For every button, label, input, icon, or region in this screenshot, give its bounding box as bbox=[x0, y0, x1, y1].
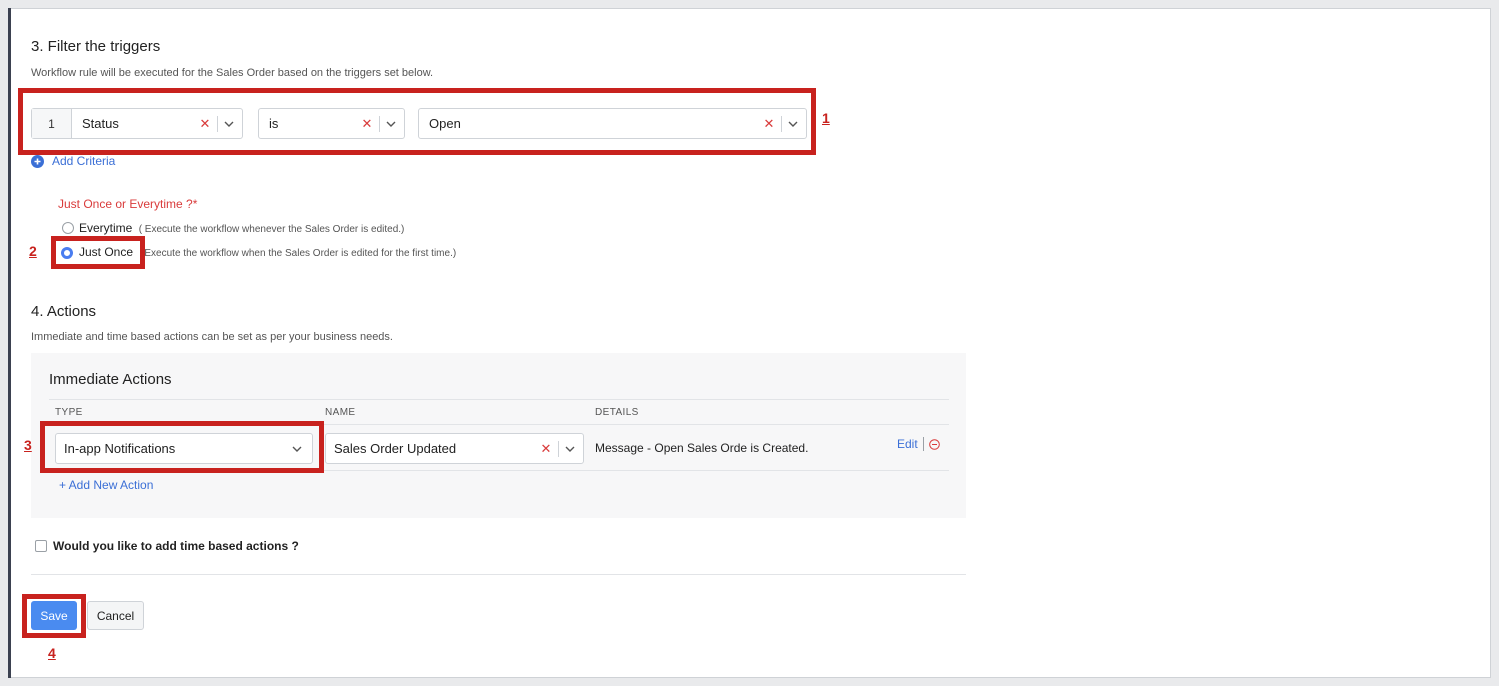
option-everytime: Everytime ( Execute the workflow wheneve… bbox=[79, 221, 404, 235]
action-row-controls: Edit bbox=[897, 437, 940, 451]
actions-section-description: Immediate and time based actions can be … bbox=[31, 331, 393, 343]
time-based-actions-label: Would you like to add time based actions… bbox=[53, 539, 299, 553]
divider bbox=[558, 440, 559, 457]
annotation-box-3 bbox=[40, 421, 324, 473]
action-details: Message - Open Sales Orde is Created. bbox=[595, 441, 809, 455]
remove-circle-icon[interactable] bbox=[928, 438, 940, 450]
time-based-actions-checkbox[interactable] bbox=[35, 540, 47, 552]
callout-3: 3 bbox=[24, 437, 32, 453]
action-name-value: Sales Order Updated bbox=[334, 441, 457, 456]
action-name-select[interactable]: Sales Order Updated ✕ bbox=[325, 433, 584, 464]
left-border bbox=[8, 8, 11, 678]
column-header-type: TYPE bbox=[55, 407, 83, 418]
divider bbox=[31, 574, 966, 575]
callout-2: 2 bbox=[29, 243, 37, 259]
divider bbox=[922, 437, 924, 451]
plus-circle-icon bbox=[31, 154, 44, 168]
annotation-box-4 bbox=[22, 594, 86, 638]
cancel-button[interactable]: Cancel bbox=[87, 601, 144, 630]
add-new-action-link[interactable]: + Add New Action bbox=[59, 478, 153, 492]
annotation-box-2 bbox=[51, 236, 145, 269]
option-everytime-hint: ( Execute the workflow whenever the Sale… bbox=[138, 224, 405, 235]
column-header-name: NAME bbox=[325, 407, 356, 418]
edit-action-link[interactable]: Edit bbox=[897, 437, 918, 451]
callout-1: 1 bbox=[822, 110, 830, 126]
column-header-details: DETAILS bbox=[595, 407, 639, 418]
divider bbox=[49, 399, 949, 400]
option-everytime-label: Everytime bbox=[79, 221, 133, 235]
filter-section-title: 3. Filter the triggers bbox=[31, 38, 161, 55]
callout-4: 4 bbox=[48, 645, 56, 661]
chevron-down-icon[interactable] bbox=[563, 446, 577, 452]
add-criteria-label: Add Criteria bbox=[52, 154, 116, 168]
frequency-question: Just Once or Everytime ?* bbox=[58, 197, 198, 211]
option-just-once-hint: Execute the workflow when the Sales Orde… bbox=[144, 248, 457, 259]
radio-everytime[interactable] bbox=[62, 222, 74, 234]
add-criteria-link[interactable]: Add Criteria bbox=[31, 154, 115, 168]
clear-icon[interactable]: ✕ bbox=[538, 441, 554, 457]
immediate-actions-title: Immediate Actions bbox=[49, 371, 172, 388]
filter-section-description: Workflow rule will be executed for the S… bbox=[31, 67, 434, 79]
annotation-box-1 bbox=[18, 88, 816, 155]
actions-section-title: 4. Actions bbox=[31, 303, 97, 320]
